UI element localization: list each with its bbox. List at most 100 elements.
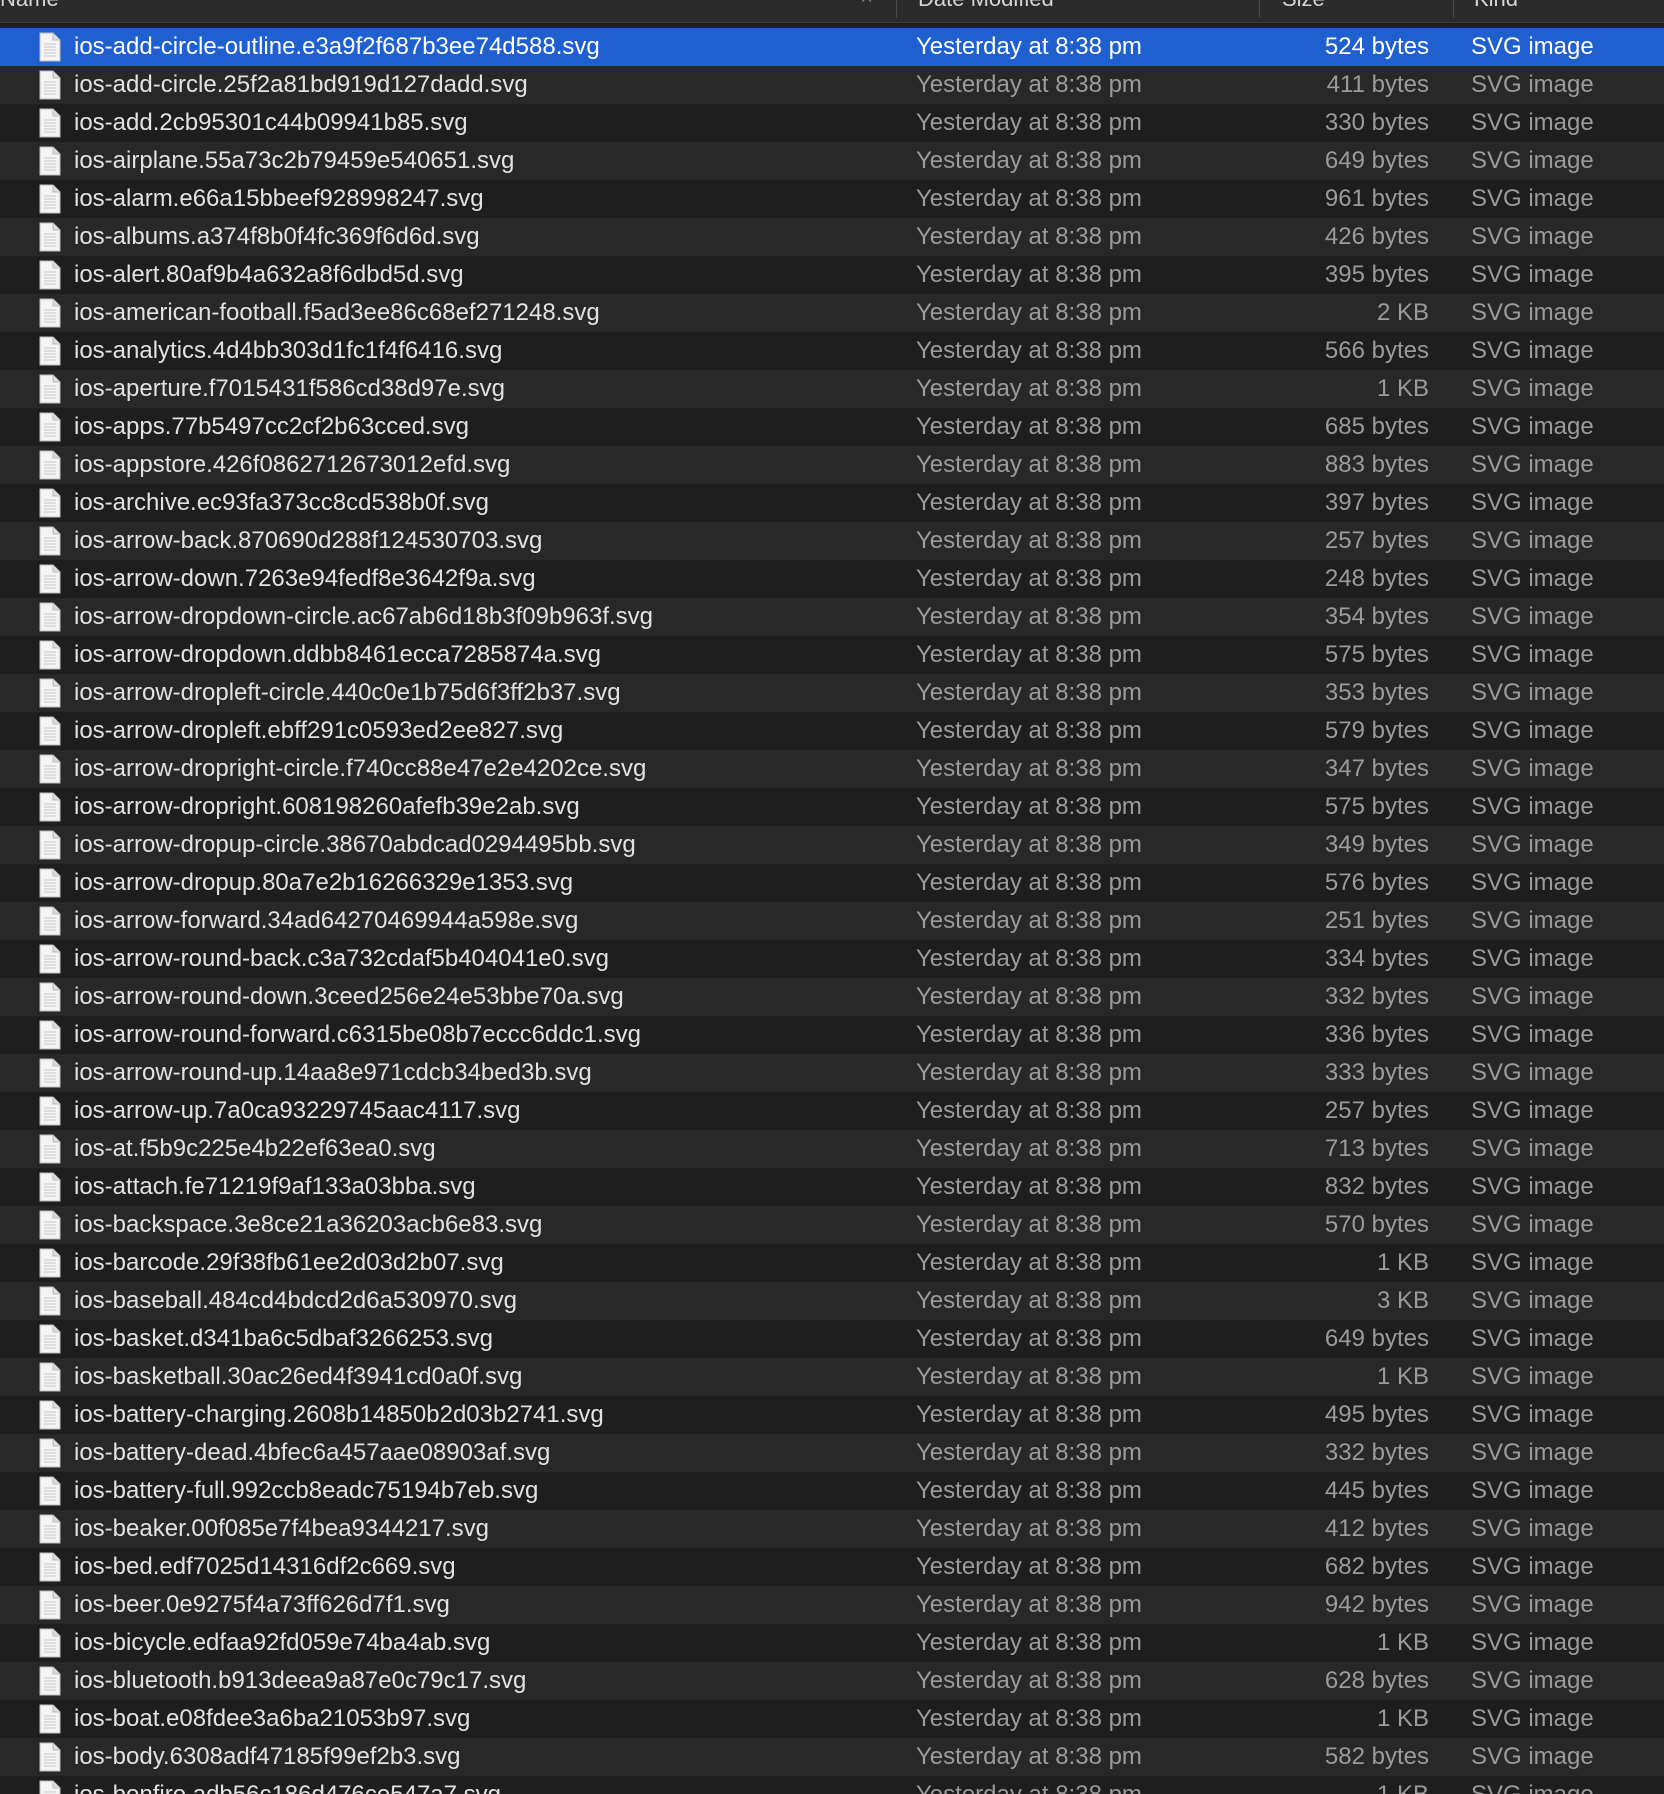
- file-row[interactable]: ios-arrow-dropleft-circle.440c0e1b75d6f3…: [0, 674, 1664, 712]
- file-row[interactable]: ios-arrow-dropdown.ddbb8461ecca7285874a.…: [0, 636, 1664, 674]
- file-kind: SVG image: [1471, 1021, 1594, 1048]
- file-row[interactable]: ios-add-circle-outline.e3a9f2f687b3ee74d…: [0, 28, 1664, 66]
- file-row[interactable]: ios-arrow-dropright-circle.f740cc88e47e2…: [0, 750, 1664, 788]
- file-size: 248 bytes: [1324, 565, 1429, 592]
- file-row[interactable]: ios-appstore.426f0862712673012efd.svg Yes…: [0, 446, 1664, 484]
- file-row[interactable]: ios-alarm.e66a15bbeef928998247.svg Yester…: [0, 180, 1664, 218]
- file-row[interactable]: ios-battery-dead.4bfec6a457aae08903af.sv…: [0, 1434, 1664, 1472]
- file-name: ios-aperture.f7015431f586cd38d97e.svg: [74, 375, 505, 402]
- file-size: 883 bytes: [1324, 451, 1429, 478]
- file-name: ios-arrow-round-up.14aa8e971cdcb34bed3b.…: [74, 1059, 592, 1086]
- file-row[interactable]: ios-arrow-dropup.80a7e2b16266329e1353.sv…: [0, 864, 1664, 902]
- file-date-modified: Yesterday at 8:38 pm: [916, 1021, 1142, 1048]
- column-header-kind-label: Kind: [1474, 0, 1664, 10]
- document-icon: [39, 678, 61, 708]
- file-row[interactable]: ios-barcode.29f38fb61ee2d03d2b07.svg Yest…: [0, 1244, 1664, 1282]
- file-row[interactable]: ios-battery-full.992ccb8eadc75194b7eb.sv…: [0, 1472, 1664, 1510]
- file-row[interactable]: ios-arrow-round-forward.c6315be08b7eccc6…: [0, 1016, 1664, 1054]
- file-size: 582 bytes: [1324, 1743, 1429, 1770]
- file-row[interactable]: ios-arrow-dropright.608198260afefb39e2ab…: [0, 788, 1664, 826]
- file-row[interactable]: ios-arrow-dropdown-circle.ac67ab6d18b3f0…: [0, 598, 1664, 636]
- file-name: ios-body.6308adf47185f99ef2b3.svg: [74, 1743, 461, 1770]
- file-kind: SVG image: [1471, 489, 1594, 516]
- document-icon: [39, 602, 61, 632]
- column-divider[interactable]: [1453, 0, 1454, 18]
- file-name: ios-arrow-dropup.80a7e2b16266329e1353.sv…: [74, 869, 574, 896]
- file-row[interactable]: ios-baseball.484cd4bdcd2d6a530970.svg Yes…: [0, 1282, 1664, 1320]
- file-row[interactable]: ios-arrow-forward.34ad64270469944a598e.s…: [0, 902, 1664, 940]
- document-icon: [39, 1438, 61, 1468]
- column-header-kind[interactable]: Kind: [1474, 0, 1664, 23]
- file-row[interactable]: ios-aperture.f7015431f586cd38d97e.svg Yes…: [0, 370, 1664, 408]
- file-row[interactable]: ios-alert.80af9b4a632a8f6dbd5d.svg Yester…: [0, 256, 1664, 294]
- file-date-modified: Yesterday at 8:38 pm: [916, 375, 1142, 402]
- file-kind: SVG image: [1471, 755, 1594, 782]
- file-row[interactable]: ios-add-circle.25f2a81bd919d127dadd.svg Y…: [0, 66, 1664, 104]
- file-row[interactable]: ios-arrow-dropup-circle.38670abdcad02944…: [0, 826, 1664, 864]
- file-date-modified: Yesterday at 8:38 pm: [916, 223, 1142, 250]
- column-header-size[interactable]: Size: [1282, 0, 1452, 23]
- file-row[interactable]: ios-basket.d341ba6c5dbaf3266253.svg Yeste…: [0, 1320, 1664, 1358]
- document-icon: [39, 260, 61, 290]
- file-row[interactable]: ios-battery-charging.2608b14850b2d03b274…: [0, 1396, 1664, 1434]
- file-row[interactable]: ios-body.6308adf47185f99ef2b3.svg Yesterd…: [0, 1738, 1664, 1776]
- file-row[interactable]: ios-bed.edf7025d14316df2c669.svg Yesterda…: [0, 1548, 1664, 1586]
- file-row[interactable]: ios-beaker.00f085e7f4bea9344217.svg Yeste…: [0, 1510, 1664, 1548]
- file-date-modified: Yesterday at 8:38 pm: [916, 1776, 1216, 1794]
- file-row[interactable]: ios-american-football.f5ad3ee86c68ef2712…: [0, 294, 1664, 332]
- file-row[interactable]: ios-bonfire.adb56c186d476ce547a7.svg Yest…: [0, 1776, 1664, 1794]
- file-row[interactable]: ios-arrow-round-down.3ceed256e24e53bbe70…: [0, 978, 1664, 1016]
- file-row[interactable]: ios-bicycle.edfaa92fd059e74ba4ab.svg Yest…: [0, 1624, 1664, 1662]
- file-name: ios-beaker.00f085e7f4bea9344217.svg: [74, 1515, 490, 1542]
- file-size: 397 bytes: [1324, 489, 1429, 516]
- file-date-modified: Yesterday at 8:38 pm: [916, 1439, 1142, 1466]
- file-row[interactable]: ios-arrow-back.870690d288f124530703.svg Y…: [0, 522, 1664, 560]
- file-row[interactable]: ios-backspace.3e8ce21a36203acb6e83.svg Ye…: [0, 1206, 1664, 1244]
- file-row[interactable]: ios-airplane.55a73c2b79459e540651.svg Yes…: [0, 142, 1664, 180]
- file-row[interactable]: ios-arrow-round-back.c3a732cdaf5b404041e…: [0, 940, 1664, 978]
- document-icon: [39, 1514, 61, 1544]
- file-row[interactable]: ios-analytics.4d4bb303d1fc1f4f6416.svg Ye…: [0, 332, 1664, 370]
- file-row[interactable]: ios-arrow-dropleft.ebff291c0593ed2ee827.…: [0, 712, 1664, 750]
- sort-ascending-icon[interactable]: ^: [862, 0, 871, 12]
- file-row[interactable]: ios-apps.77b5497cc2cf2b63cced.svg Yesterd…: [0, 408, 1664, 446]
- file-row[interactable]: ios-boat.e08fdee3a6ba21053b97.svg Yesterd…: [0, 1700, 1664, 1738]
- file-row[interactable]: ios-attach.fe71219f9af133a03bba.svg Yeste…: [0, 1168, 1664, 1206]
- column-header-name[interactable]: Name: [0, 0, 870, 23]
- file-kind: SVG image: [1471, 1629, 1594, 1656]
- file-kind: SVG image: [1471, 185, 1594, 212]
- file-size: 524 bytes: [1324, 33, 1429, 60]
- file-row[interactable]: ios-bluetooth.b913deea9a87e0c79c17.svg Ye…: [0, 1662, 1664, 1700]
- document-icon: [39, 1780, 61, 1794]
- column-header-bar: Name ^ Date Modified Size Kind: [0, 0, 1664, 23]
- file-date-modified: Yesterday at 8:38 pm: [916, 261, 1142, 288]
- document-icon: [39, 1020, 61, 1050]
- file-row[interactable]: ios-basketball.30ac26ed4f3941cd0a0f.svg Y…: [0, 1358, 1664, 1396]
- file-row[interactable]: ios-at.f5b9c225e4b22ef63ea0.svg Yesterday…: [0, 1130, 1664, 1168]
- file-kind: SVG image: [1471, 831, 1594, 858]
- file-date-modified: Yesterday at 8:38 pm: [916, 185, 1142, 212]
- file-row[interactable]: ios-archive.ec93fa373cc8cd538b0f.svg Yest…: [0, 484, 1664, 522]
- column-header-date-modified[interactable]: Date Modified: [918, 0, 1248, 23]
- file-row[interactable]: ios-arrow-down.7263e94fedf8e3642f9a.svg Y…: [0, 560, 1664, 598]
- file-size: 257 bytes: [1324, 1097, 1429, 1124]
- file-row[interactable]: ios-add.2cb95301c44b09941b85.svg Yesterda…: [0, 104, 1664, 142]
- file-kind: SVG image: [1471, 983, 1594, 1010]
- file-name: ios-airplane.55a73c2b79459e540651.svg: [74, 147, 515, 174]
- document-icon: [39, 1096, 61, 1126]
- file-name: ios-attach.fe71219f9af133a03bba.svg: [74, 1173, 476, 1200]
- column-divider[interactable]: [896, 0, 897, 18]
- file-kind: SVG image: [1471, 793, 1594, 820]
- file-name: ios-albums.a374f8b0f4fc369f6d6d.svg: [74, 223, 480, 250]
- file-name: ios-alert.80af9b4a632a8f6dbd5d.svg: [74, 261, 464, 288]
- file-name: ios-analytics.4d4bb303d1fc1f4f6416.svg: [74, 337, 503, 364]
- file-row[interactable]: ios-beer.0e9275f4a73ff626d7f1.svg Yesterd…: [0, 1586, 1664, 1624]
- file-row[interactable]: ios-arrow-round-up.14aa8e971cdcb34bed3b.…: [0, 1054, 1664, 1092]
- column-divider[interactable]: [1259, 0, 1260, 18]
- file-row[interactable]: ios-albums.a374f8b0f4fc369f6d6d.svg Yeste…: [0, 218, 1664, 256]
- file-kind: SVG image: [1471, 907, 1594, 934]
- file-date-modified: Yesterday at 8:38 pm: [916, 1135, 1142, 1162]
- file-row[interactable]: ios-arrow-up.7a0ca93229745aac4117.svg Yes…: [0, 1092, 1664, 1130]
- document-icon: [39, 1476, 61, 1506]
- document-icon: [39, 830, 61, 860]
